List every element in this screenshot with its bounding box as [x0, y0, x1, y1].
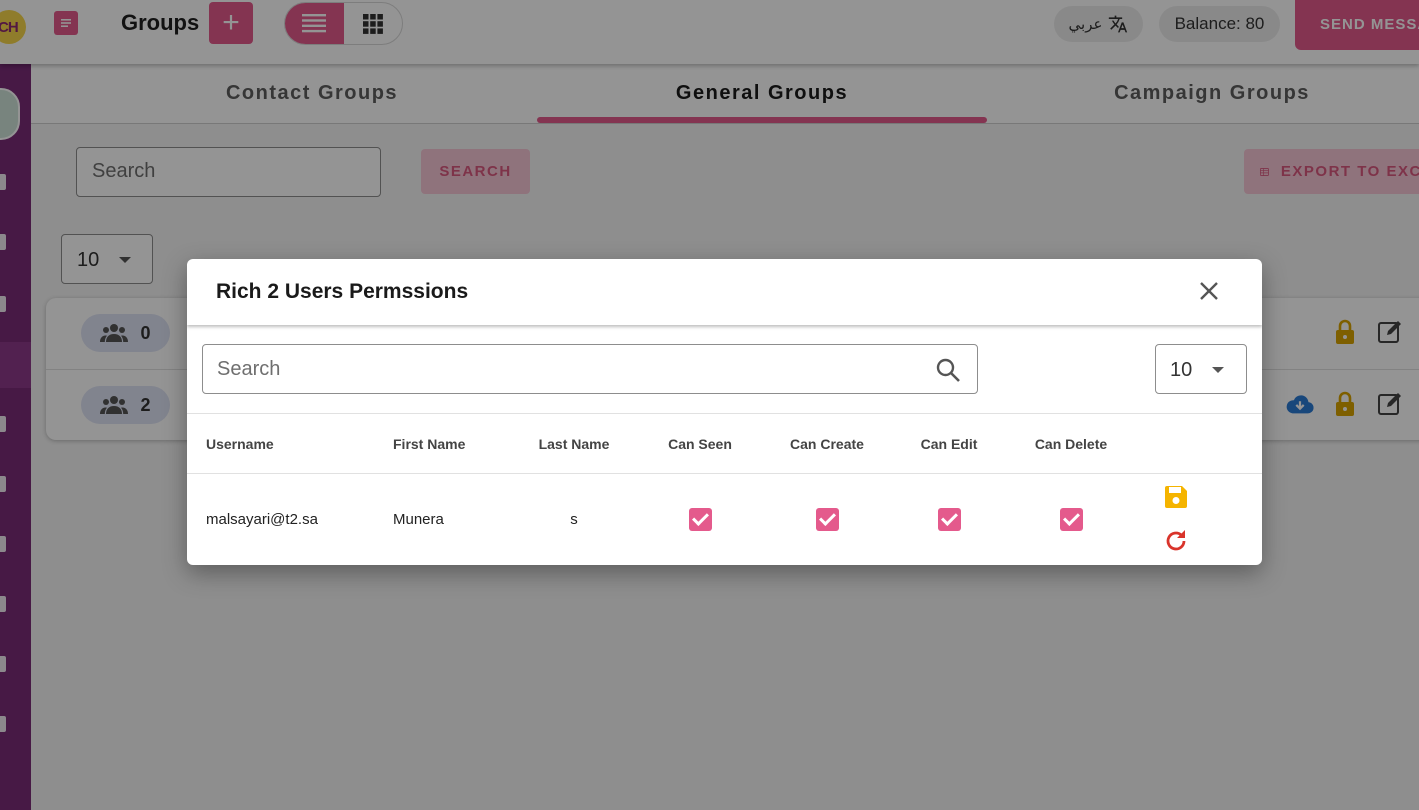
- column-header-username[interactable]: Username: [187, 413, 373, 474]
- column-header-can-edit[interactable]: Can Edit: [893, 413, 1005, 474]
- column-header-first-name[interactable]: First Name: [373, 413, 509, 474]
- dialog-page-size-select[interactable]: 10: [1155, 344, 1247, 394]
- cell-can-edit: [893, 474, 1005, 565]
- can-seen-checkbox[interactable]: [688, 507, 712, 531]
- cell-first-name: Munera: [393, 510, 444, 528]
- column-header-can-seen[interactable]: Can Seen: [639, 413, 761, 474]
- cell-can-seen: [639, 474, 761, 565]
- dialog-header: Rich 2 Users Permssions: [187, 259, 1262, 325]
- search-icon: [936, 358, 960, 382]
- permissions-table: Username First Name Last Name Can Seen C…: [187, 413, 1262, 565]
- cell-can-create: [761, 474, 893, 565]
- column-header-can-delete[interactable]: Can Delete: [1005, 413, 1137, 474]
- cell-can-delete: [1005, 474, 1137, 565]
- refresh-icon[interactable]: [1163, 528, 1189, 554]
- close-icon[interactable]: [1196, 278, 1222, 304]
- can-create-checkbox[interactable]: [815, 507, 839, 531]
- dropdown-arrow-icon: [1212, 367, 1224, 373]
- cell-actions: [1137, 474, 1262, 565]
- dialog-page-size-value: 10: [1170, 359, 1193, 381]
- can-edit-checkbox[interactable]: [937, 507, 961, 531]
- table-header-row: Username First Name Last Name Can Seen C…: [187, 413, 1262, 474]
- can-delete-checkbox[interactable]: [1059, 507, 1083, 531]
- column-header-can-create[interactable]: Can Create: [761, 413, 893, 474]
- cell-last-name: s: [570, 510, 578, 528]
- table-row: malsayari@t2.sa Munera s: [187, 474, 1262, 565]
- dialog-title: Rich 2 Users Permssions: [216, 280, 469, 303]
- permissions-dialog: Rich 2 Users Permssions Search 10 Userna…: [187, 259, 1262, 565]
- save-icon[interactable]: [1163, 484, 1189, 510]
- cell-username: malsayari@t2.sa: [206, 510, 318, 528]
- column-header-actions: [1137, 413, 1262, 474]
- search-placeholder: Search: [217, 358, 281, 380]
- user-search-input[interactable]: Search: [202, 344, 978, 394]
- column-header-last-name[interactable]: Last Name: [509, 413, 639, 474]
